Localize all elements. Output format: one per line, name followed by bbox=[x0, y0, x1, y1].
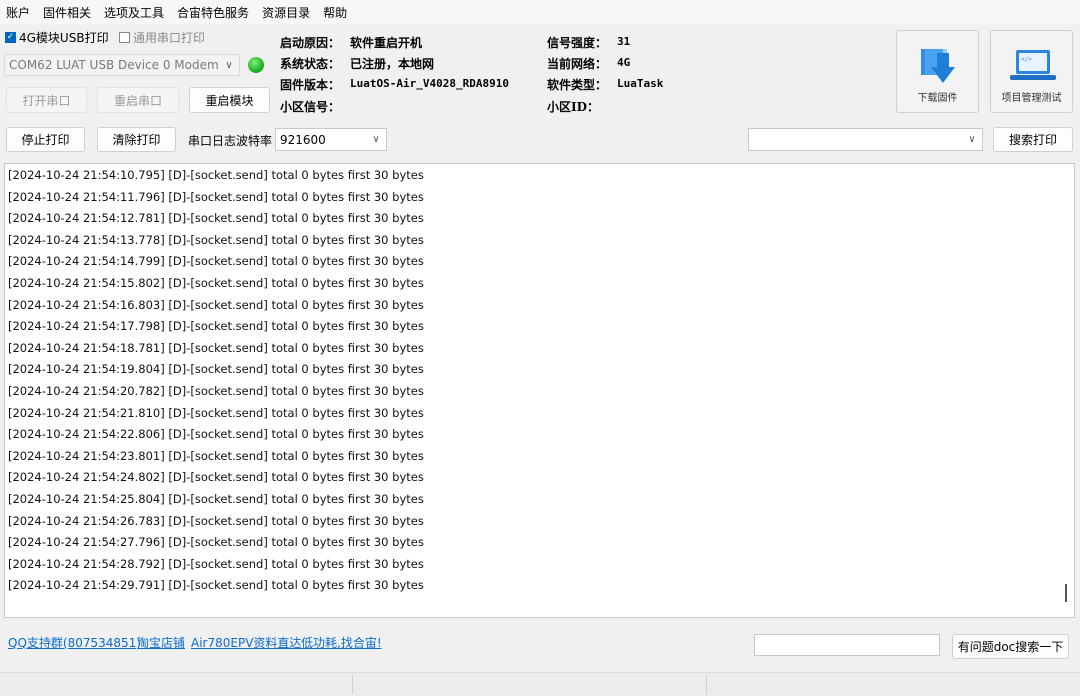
log-lines: [2024-10-24 21:54:10.795] [D]-[socket.se… bbox=[5, 164, 1074, 597]
current-network-value: 4G bbox=[617, 56, 631, 69]
restart-port-button[interactable]: 重启串口 bbox=[97, 87, 179, 113]
log-line: [2024-10-24 21:54:26.783] [D]-[socket.se… bbox=[8, 513, 424, 528]
chevron-down-icon: ∨ bbox=[225, 59, 233, 71]
port-select[interactable]: COM62 LUAT USB Device 0 Modem (C ∨ bbox=[4, 54, 240, 76]
log-line: [2024-10-24 21:54:10.795] [D]-[socket.se… bbox=[8, 168, 424, 182]
download-firmware-label: 下载固件 bbox=[917, 93, 958, 104]
software-type-label: 软件类型： bbox=[547, 78, 608, 92]
menu-resources[interactable]: 资源目录 bbox=[256, 4, 317, 21]
log-output[interactable]: [2024-10-24 21:54:10.795] [D]-[socket.se… bbox=[4, 163, 1075, 618]
menu-firmware[interactable]: 固件相关 bbox=[37, 4, 98, 21]
qq-support-link[interactable]: QQ支持群(807534851) bbox=[8, 634, 141, 651]
boot-reason-label: 启动原因： bbox=[280, 36, 341, 50]
signal-strength-label: 信号强度： bbox=[547, 36, 608, 50]
usb-print-label: 4G模块USB打印 bbox=[19, 31, 109, 45]
signal-strength-value: 31 bbox=[617, 35, 631, 48]
log-line: [2024-10-24 21:54:18.781] [D]-[socket.se… bbox=[8, 340, 424, 355]
menu-options-tools[interactable]: 选项及工具 bbox=[98, 4, 171, 21]
search-keyword-select[interactable]: ∨ bbox=[748, 128, 983, 151]
low-power-link[interactable]: 低功耗,找合宙! bbox=[301, 634, 382, 651]
chevron-down-icon: ∨ bbox=[372, 134, 380, 145]
project-manage-label: 项目管理测试 bbox=[1001, 93, 1062, 104]
chevron-down-icon: ∨ bbox=[968, 134, 976, 145]
log-line: [2024-10-24 21:54:22.806] [D]-[socket.se… bbox=[8, 427, 424, 442]
menu-bar: 账户 固件相关 选项及工具 合宙特色服务 资源目录 帮助 bbox=[0, 0, 1080, 24]
connection-status-light-icon bbox=[248, 57, 264, 73]
checkbox-unchecked-icon bbox=[119, 32, 130, 43]
status-bar-divider bbox=[706, 675, 707, 694]
port-select-value: COM62 LUAT USB Device 0 Modem (C bbox=[9, 58, 223, 72]
serial-print-label: 通用串口打印 bbox=[133, 31, 206, 45]
log-line: [2024-10-24 21:54:12.781] [D]-[socket.se… bbox=[8, 211, 424, 226]
cell-signal-label: 小区信号： bbox=[280, 100, 341, 114]
log-line: [2024-10-24 21:54:17.798] [D]-[socket.se… bbox=[8, 319, 424, 334]
status-bar-divider bbox=[352, 675, 353, 694]
taobao-store-link[interactable]: 淘宝店铺 bbox=[137, 634, 185, 651]
firmware-version-label: 固件版本： bbox=[280, 78, 341, 92]
cell-id-label: 小区ID： bbox=[547, 100, 600, 114]
log-line: [2024-10-24 21:54:28.792] [D]-[socket.se… bbox=[8, 556, 424, 571]
log-line: [2024-10-24 21:54:23.801] [D]-[socket.se… bbox=[8, 448, 424, 463]
log-scrollbar-thumb[interactable] bbox=[1065, 584, 1067, 602]
system-status-label: 系统状态： bbox=[280, 57, 341, 71]
boot-reason-value: 软件重启开机 bbox=[350, 36, 423, 50]
software-type-value: LuaTask bbox=[617, 77, 664, 90]
log-line: [2024-10-24 21:54:25.804] [D]-[socket.se… bbox=[8, 491, 424, 506]
log-line: [2024-10-24 21:54:14.799] [D]-[socket.se… bbox=[8, 254, 424, 269]
firmware-version-value: LuatOS-Air_V4028_RDA8910 bbox=[350, 77, 509, 90]
system-status-value: 已注册，本地网 bbox=[350, 57, 435, 71]
log-line: [2024-10-24 21:54:19.804] [D]-[socket.se… bbox=[8, 362, 424, 377]
doc-search-input[interactable] bbox=[754, 634, 940, 656]
log-line: [2024-10-24 21:54:29.791] [D]-[socket.se… bbox=[8, 578, 424, 593]
project-manage-button[interactable]: </> 项目管理测试 bbox=[990, 30, 1073, 113]
air780epv-docs-link[interactable]: Air780EPV资料直达 bbox=[191, 634, 301, 651]
log-line: [2024-10-24 21:54:27.796] [D]-[socket.se… bbox=[8, 535, 424, 550]
log-line: [2024-10-24 21:54:15.802] [D]-[socket.se… bbox=[8, 275, 424, 290]
log-line: [2024-10-24 21:54:24.802] [D]-[socket.se… bbox=[8, 470, 424, 485]
serial-print-checkbox[interactable]: 通用串口打印 bbox=[119, 29, 205, 46]
current-network-label: 当前网络： bbox=[547, 57, 608, 71]
log-line: [2024-10-24 21:54:13.778] [D]-[socket.se… bbox=[8, 232, 424, 247]
stop-print-button[interactable]: 停止打印 bbox=[6, 127, 85, 152]
log-line: [2024-10-24 21:54:11.796] [D]-[socket.se… bbox=[8, 189, 424, 204]
menu-account[interactable]: 账户 bbox=[0, 4, 37, 21]
checkbox-checked-icon: ✓ bbox=[5, 32, 16, 43]
svg-text:</>: </> bbox=[1021, 56, 1032, 63]
open-port-button[interactable]: 打开串口 bbox=[6, 87, 87, 113]
usb-print-checkbox[interactable]: ✓ 4G模块USB打印 bbox=[5, 29, 109, 46]
search-print-button[interactable]: 搜索打印 bbox=[993, 127, 1073, 152]
baud-rate-label: 串口日志波特率 bbox=[188, 134, 273, 148]
clear-print-button[interactable]: 清除打印 bbox=[97, 127, 176, 152]
laptop-code-icon: </> bbox=[1010, 50, 1056, 80]
log-line: [2024-10-24 21:54:20.782] [D]-[socket.se… bbox=[8, 383, 424, 398]
download-firmware-button[interactable]: 下载固件 bbox=[896, 30, 979, 113]
log-line: [2024-10-24 21:54:21.810] [D]-[socket.se… bbox=[8, 405, 424, 420]
menu-special-services[interactable]: 合宙特色服务 bbox=[171, 4, 256, 21]
doc-search-button[interactable]: 有问题doc搜索一下 bbox=[952, 634, 1069, 659]
baud-rate-select[interactable]: 921600 ∨ bbox=[275, 128, 387, 151]
baud-rate-value: 921600 bbox=[280, 132, 326, 147]
menu-help[interactable]: 帮助 bbox=[317, 4, 354, 21]
status-bar bbox=[0, 672, 1080, 696]
log-line: [2024-10-24 21:54:16.803] [D]-[socket.se… bbox=[8, 297, 424, 312]
download-arrow-icon bbox=[921, 49, 955, 83]
restart-module-button[interactable]: 重启模块 bbox=[189, 87, 270, 113]
